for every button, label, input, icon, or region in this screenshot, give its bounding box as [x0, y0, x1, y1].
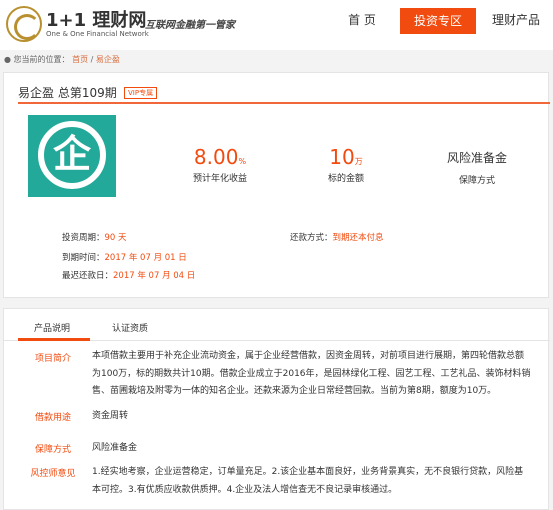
risk-opinion-label: 风控师意见	[30, 469, 76, 479]
breadcrumb-home[interactable]: 首页	[72, 55, 88, 64]
due-date: 到期时间：2017 年 07 月 01 日	[62, 251, 187, 263]
amount-value: 10	[329, 145, 355, 169]
active-tab-indicator	[18, 338, 90, 341]
breadcrumb-prefix: 您当前的位置：	[13, 55, 70, 64]
invest-period-value: 90 天	[104, 233, 127, 243]
location-pin-icon: ●	[4, 55, 11, 64]
product-summary-card: 易企盈 总第109期 VIP专属 企 8.00% 预计年化收益 10万 标的金额…	[3, 72, 550, 298]
enterprise-icon: 企	[28, 115, 116, 197]
repay-method: 还款方式：到期还本付息	[290, 231, 384, 243]
last-repay-value: 2017 年 07 月 04 日	[113, 271, 196, 281]
project-intro-text: 本项借款主要用于补充企业流动资金，属于企业经营借款，因资金周转，对前项目进行展期…	[92, 351, 531, 396]
breadcrumb: ● 您当前的位置： 首页 / 易企盈	[4, 54, 120, 70]
amount-stat: 10万 标的金额	[316, 145, 376, 184]
due-date-label: 到期时间：	[62, 253, 105, 263]
logo-icon[interactable]	[6, 6, 42, 42]
nav-products[interactable]: 理财产品	[488, 0, 544, 40]
guarantee-caption: 保障方式	[458, 176, 495, 186]
brand-name[interactable]: 1+1 理财网	[46, 6, 146, 32]
tab-product-description[interactable]: 产品说明	[34, 321, 70, 334]
annual-rate-unit: %	[238, 157, 247, 166]
product-title: 易企盈 总第109期	[18, 86, 117, 100]
repay-method-label: 还款方式：	[290, 233, 333, 243]
product-tag: VIP专属	[124, 87, 158, 99]
project-intro-label: 项目简介	[34, 354, 71, 364]
due-date-value: 2017 年 07 月 01 日	[104, 253, 187, 263]
invest-period: 投资周期：90 天	[62, 231, 127, 243]
repay-method-value: 到期还本付息	[332, 233, 384, 243]
amount-unit: 万	[354, 157, 363, 166]
nav-invest-zone[interactable]: 投资专区	[400, 8, 476, 34]
brand-slogan: 互联网金融第一管家	[145, 20, 235, 31]
invest-period-label: 投资周期：	[62, 233, 105, 243]
annual-rate-caption: 预计年化收益	[192, 174, 247, 184]
breadcrumb-current[interactable]: 易企盈	[96, 55, 120, 64]
nav-home[interactable]: 首 页	[342, 0, 382, 40]
last-repay-label: 最迟还款日：	[62, 271, 114, 281]
title-divider	[18, 102, 550, 104]
guarantee-value: 风险准备金	[446, 151, 507, 165]
annual-rate-stat: 8.00% 预计年化收益	[180, 145, 260, 184]
annual-rate-value: 8.00	[193, 145, 239, 169]
enterprise-glyph: 企	[52, 132, 91, 176]
tab-certification[interactable]: 认证资质	[112, 321, 148, 334]
last-repay-date: 最迟还款日：2017 年 07 月 04 日	[62, 269, 195, 281]
loan-purpose-label: 借款用途	[34, 413, 71, 423]
loan-purpose-text: 资金周转	[92, 411, 129, 421]
top-header: 1+1 理财网 One & One Financial Network 互联网金…	[0, 0, 553, 50]
risk-opinion-text: 1.经实地考察，企业运营稳定，订单量充足。2.该企业基本面良好，业务背景真实，无…	[92, 467, 524, 495]
breadcrumb-separator: /	[90, 55, 94, 64]
guarantee-label: 保障方式	[34, 445, 71, 455]
guarantee-stat: 风险准备金 保障方式	[442, 145, 512, 186]
amount-caption: 标的金额	[327, 174, 364, 184]
guarantee-text: 风险准备金	[92, 443, 138, 453]
product-details-card: 产品说明 认证资质 项目简介 本项借款主要用于补充企业流动资金，属于企业经营借款…	[3, 308, 550, 510]
brand-english: One & One Financial Network	[46, 30, 149, 38]
